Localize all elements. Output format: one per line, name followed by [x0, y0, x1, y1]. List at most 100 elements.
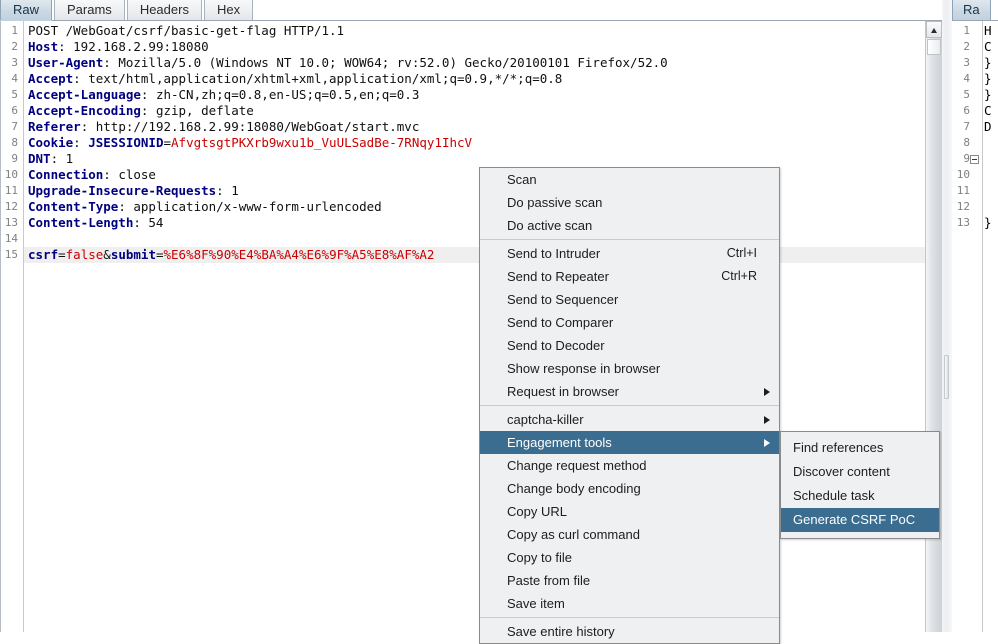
- menu-item-label: Engagement tools: [507, 435, 612, 450]
- menu-item-label: Save item: [507, 596, 565, 611]
- menu-item-label: Send to Sequencer: [507, 292, 619, 307]
- tab-params[interactable]: Params: [54, 0, 125, 21]
- submenu-item-label: Generate CSRF PoC: [793, 512, 916, 527]
- chevron-right-icon: [764, 416, 770, 424]
- token: Connection: [28, 167, 104, 182]
- triangle-up-icon: [931, 28, 937, 33]
- request-line[interactable]: DNT: 1: [24, 151, 926, 167]
- response-line-number: 8: [963, 136, 970, 149]
- menu-item-label: Do passive scan: [507, 195, 603, 210]
- response-line[interactable]: C: [984, 39, 992, 55]
- response-line-number: 4: [963, 72, 970, 85]
- line-number: 12: [4, 200, 18, 213]
- submenu-item-discover-content[interactable]: Discover content: [781, 460, 939, 484]
- submenu-item-schedule-task[interactable]: Schedule task: [781, 484, 939, 508]
- menu-item-captcha-killer[interactable]: captcha-killer: [480, 408, 779, 431]
- token: : gzip, deflate: [140, 103, 254, 118]
- request-text[interactable]: POST /WebGoat/csrf/basic-get-flag HTTP/1…: [24, 21, 926, 632]
- vertical-scroll-thumb[interactable]: [927, 39, 941, 55]
- response-line[interactable]: }: [984, 71, 992, 87]
- token: Accept-Encoding: [28, 103, 141, 118]
- response-line[interactable]: C: [984, 103, 992, 119]
- response-tabstrip: Ra: [952, 0, 991, 21]
- scroll-up-arrow-icon[interactable]: [926, 21, 942, 38]
- menu-item-send-to-comparer[interactable]: Send to Comparer: [480, 311, 779, 334]
- request-line[interactable]: Referer: http://192.168.2.99:18080/WebGo…: [24, 119, 926, 135]
- menu-item-send-to-intruder[interactable]: Send to Intruder Ctrl+I: [480, 242, 779, 265]
- menu-separator: [480, 405, 779, 406]
- tab-headers[interactable]: Headers: [126, 0, 202, 21]
- line-number: 15: [4, 248, 18, 261]
- menu-item-send-to-sequencer[interactable]: Send to Sequencer: [480, 288, 779, 311]
- menu-item-request-in-browser[interactable]: Request in browser: [480, 380, 779, 403]
- request-line[interactable]: [24, 231, 926, 247]
- token: =: [163, 135, 172, 150]
- menu-item-do-active-scan[interactable]: Do active scan: [480, 214, 779, 237]
- token: DNT: [28, 151, 51, 166]
- menu-item-copy-to-file[interactable]: Copy to file: [480, 546, 779, 569]
- token: AfvgtsgtPKXrb9wxu1b_VuULSadBe-7RNqy1IhcV: [171, 135, 473, 150]
- response-line-number: 9: [963, 152, 970, 165]
- line-number: 11: [4, 184, 18, 197]
- response-line[interactable]: }: [984, 87, 992, 103]
- menu-item-send-to-decoder[interactable]: Send to Decoder: [480, 334, 779, 357]
- request-line[interactable]: Content-Length: 54: [24, 215, 926, 231]
- chevron-right-icon: [764, 439, 770, 447]
- response-text[interactable]: H C}}} C D}: [984, 21, 998, 632]
- split-pane-divider[interactable]: [942, 0, 952, 632]
- menu-item-show-response-in-browser[interactable]: Show response in browser: [480, 357, 779, 380]
- code-fold-toggle-icon[interactable]: [970, 155, 979, 164]
- response-pane: Ra H C}}} C D} 1 2 3 4 5 6 7 8 9 10 11 12 13: [952, 0, 998, 632]
- menu-item-copy-as-curl-command[interactable]: Copy as curl command: [480, 523, 779, 546]
- menu-item-label: Copy to file: [507, 550, 573, 565]
- response-line-number: 7: [963, 120, 970, 133]
- raw-request-editor[interactable]: POST /WebGoat/csrf/basic-get-flag HTTP/1…: [0, 21, 926, 632]
- token: POST /WebGoat/csrf/basic-get-flag HTTP/1…: [28, 23, 345, 38]
- engagement-tools-submenu[interactable]: Find references Discover content Schedule …: [780, 431, 940, 539]
- response-line[interactable]: }: [984, 55, 992, 71]
- context-menu[interactable]: Scan Do passive scan Do active scan Send to…: [479, 167, 780, 644]
- menu-item-scan[interactable]: Scan: [480, 168, 779, 191]
- request-line[interactable]: Accept-Language: zh-CN,zh;q=0.8,en-US;q=…: [24, 87, 926, 103]
- menu-item-label: Change body encoding: [507, 481, 641, 496]
- split-pane-grip[interactable]: [944, 355, 949, 399]
- request-line[interactable]: Connection: close: [24, 167, 926, 183]
- line-number: 3: [11, 56, 18, 69]
- token: Host: [28, 39, 59, 54]
- tab-hex[interactable]: Hex: [203, 0, 254, 21]
- request-line[interactable]: Upgrade-Insecure-Requests: 1: [24, 183, 926, 199]
- menu-item-label: Show response in browser: [507, 361, 661, 376]
- menu-item-engagement-tools[interactable]: Engagement tools: [480, 431, 779, 454]
- line-number: 14: [4, 232, 18, 245]
- request-line[interactable]: Accept-Encoding: gzip, deflate: [24, 103, 926, 119]
- request-line[interactable]: csrf=false&submit=%E6%8F%90%E4%BA%A4%E6%…: [24, 247, 926, 263]
- token: : application/x-www-form-urlencoded: [118, 199, 382, 214]
- menu-item-change-request-method[interactable]: Change request method: [480, 454, 779, 477]
- request-line[interactable]: User-Agent: Mozilla/5.0 (Windows NT 10.0…: [24, 55, 926, 71]
- menu-item-copy-url[interactable]: Copy URL: [480, 500, 779, 523]
- raw-response-editor[interactable]: H C}}} C D} 1 2 3 4 5 6 7 8 9 10 11 12 13: [952, 21, 998, 632]
- token: : http://192.168.2.99:18080/WebGoat/star…: [80, 119, 420, 134]
- tab-raw[interactable]: Raw: [0, 0, 53, 21]
- submenu-item-find-references[interactable]: Find references: [781, 436, 939, 460]
- response-line[interactable]: D: [984, 119, 992, 135]
- menu-item-do-passive-scan[interactable]: Do passive scan: [480, 191, 779, 214]
- submenu-item-generate-csrf-poc[interactable]: Generate CSRF PoC: [781, 508, 939, 532]
- menu-item-save-item[interactable]: Save item: [480, 592, 779, 615]
- menu-item-change-body-encoding[interactable]: Change body encoding: [480, 477, 779, 500]
- editor-vertical-scrollbar[interactable]: [925, 21, 942, 632]
- request-line[interactable]: POST /WebGoat/csrf/basic-get-flag HTTP/1…: [24, 23, 926, 39]
- request-line[interactable]: Content-Type: application/x-www-form-url…: [24, 199, 926, 215]
- tab-raw-response[interactable]: Ra: [952, 0, 991, 21]
- menu-separator: [480, 239, 779, 240]
- menu-item-send-to-repeater[interactable]: Send to Repeater Ctrl+R: [480, 265, 779, 288]
- menu-item-paste-from-file[interactable]: Paste from file: [480, 569, 779, 592]
- response-line[interactable]: }: [984, 215, 992, 231]
- request-line[interactable]: Accept: text/html,application/xhtml+xml,…: [24, 71, 926, 87]
- request-line[interactable]: Host: 192.168.2.99:18080: [24, 39, 926, 55]
- token: Upgrade-Insecure-Requests: [28, 183, 217, 198]
- request-line[interactable]: Cookie: JSESSIONID=AfvgtsgtPKXrb9wxu1b_V…: [24, 135, 926, 151]
- response-line[interactable]: H: [984, 23, 992, 39]
- menu-item-label: captcha-killer: [507, 412, 584, 427]
- line-number: 2: [11, 40, 18, 53]
